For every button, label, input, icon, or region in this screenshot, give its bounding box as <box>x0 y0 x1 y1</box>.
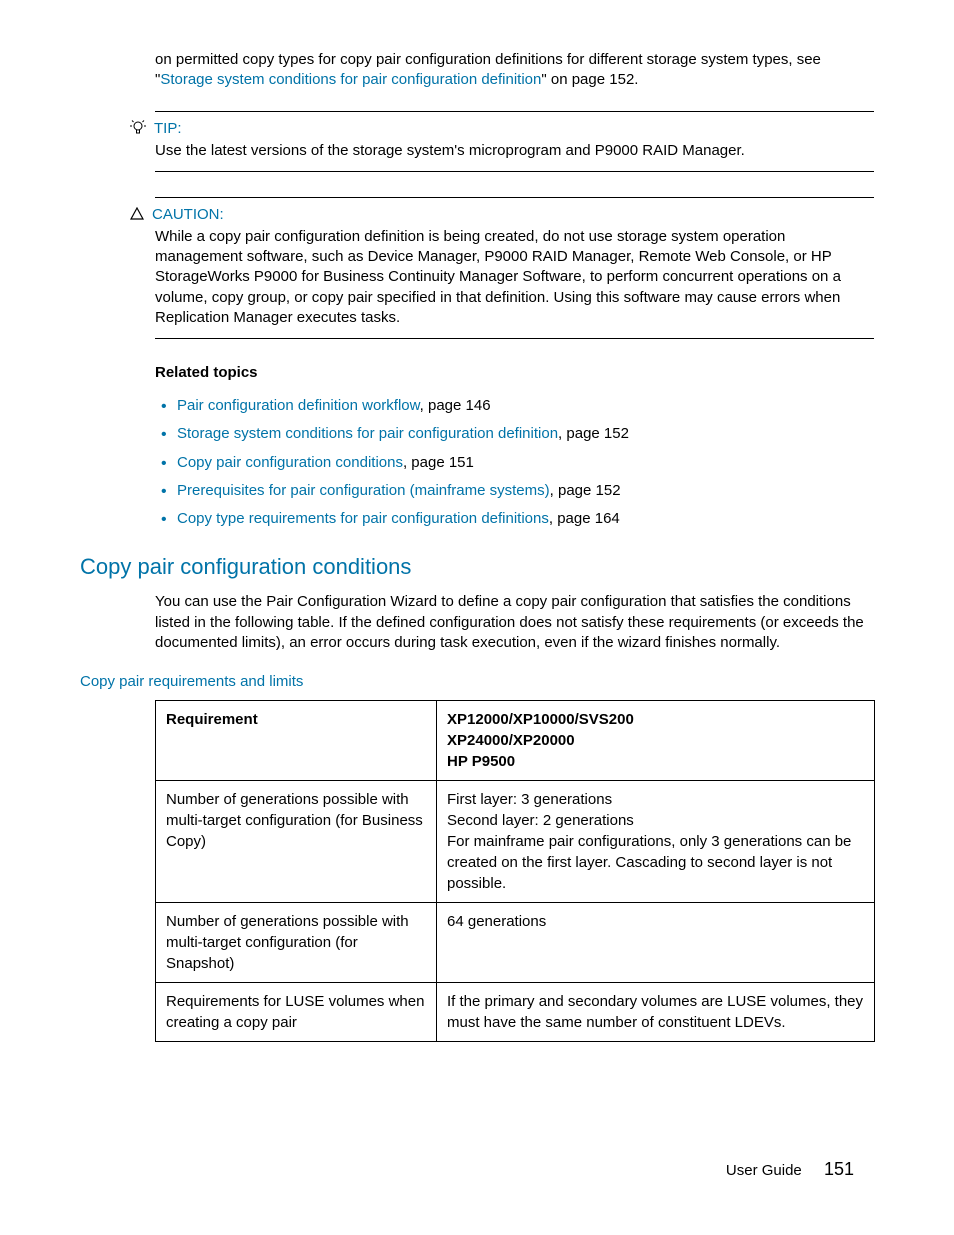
intro-paragraph: on permitted copy types for copy pair co… <box>155 50 874 91</box>
cell-value: First layer: 3 generations Second layer:… <box>437 781 875 903</box>
cell-requirement: Number of generations possible with mult… <box>156 781 437 903</box>
related-suffix: , page 152 <box>558 425 629 442</box>
related-link[interactable]: Storage system conditions for pair confi… <box>177 425 558 442</box>
footer-label: User Guide <box>726 1162 802 1179</box>
list-item: Copy type requirements for pair configur… <box>155 509 874 529</box>
related-suffix: , page 164 <box>549 510 620 527</box>
related-suffix: , page 146 <box>420 397 491 414</box>
caution-icon <box>130 207 144 221</box>
table-row: Requirements for LUSE volumes when creat… <box>156 983 875 1042</box>
list-item: Copy pair configuration conditions, page… <box>155 453 874 473</box>
tip-callout: TIP: Use the latest versions of the stor… <box>155 111 874 172</box>
header-systems: XP12000/XP10000/SVS200 XP24000/XP20000 H… <box>437 701 875 781</box>
related-link[interactable]: Copy type requirements for pair configur… <box>177 510 549 527</box>
caution-callout: CAUTION: While a copy pair configuration… <box>155 197 874 339</box>
header-line: HP P9500 <box>447 753 515 770</box>
cell-value: If the primary and secondary volumes are… <box>437 983 875 1042</box>
section-body: You can use the Pair Configuration Wizar… <box>155 592 874 653</box>
table-header-row: Requirement XP12000/XP10000/SVS200 XP240… <box>156 701 875 781</box>
tip-label: TIP: <box>154 120 182 137</box>
intro-text-after: " on page 152. <box>541 71 638 88</box>
cell-value: 64 generations <box>437 903 875 983</box>
table-caption: Copy pair requirements and limits <box>80 673 874 690</box>
list-item: Storage system conditions for pair confi… <box>155 424 874 444</box>
table-row: Number of generations possible with mult… <box>156 903 875 983</box>
cell-requirement: Number of generations possible with mult… <box>156 903 437 983</box>
list-item: Prerequisites for pair configuration (ma… <box>155 481 874 501</box>
caution-label: CAUTION: <box>152 206 224 223</box>
list-item: Pair configuration definition workflow, … <box>155 396 874 416</box>
intro-link[interactable]: Storage system conditions for pair confi… <box>160 71 541 88</box>
value-line: For mainframe pair configurations, only … <box>447 833 851 892</box>
cell-requirement: Requirements for LUSE volumes when creat… <box>156 983 437 1042</box>
related-link[interactable]: Prerequisites for pair configuration (ma… <box>177 482 550 499</box>
requirements-table: Requirement XP12000/XP10000/SVS200 XP240… <box>155 700 875 1042</box>
related-suffix: , page 152 <box>550 482 621 499</box>
section-heading: Copy pair configuration conditions <box>80 554 874 580</box>
related-topics-heading: Related topics <box>155 364 874 381</box>
value-line: First layer: 3 generations <box>447 791 612 808</box>
page-footer: User Guide 151 <box>726 1159 854 1180</box>
caution-body: While a copy pair configuration definiti… <box>155 227 874 328</box>
value-line: Second layer: 2 generations <box>447 812 634 829</box>
related-link[interactable]: Pair configuration definition workflow <box>177 397 420 414</box>
related-link[interactable]: Copy pair configuration conditions <box>177 454 403 471</box>
page-number: 151 <box>824 1159 854 1179</box>
header-requirement: Requirement <box>156 701 437 781</box>
tip-body: Use the latest versions of the storage s… <box>155 141 874 161</box>
header-line: XP24000/XP20000 <box>447 732 575 749</box>
table-row: Number of generations possible with mult… <box>156 781 875 903</box>
related-topics-list: Pair configuration definition workflow, … <box>155 396 874 529</box>
related-suffix: , page 151 <box>403 454 474 471</box>
lightbulb-icon <box>130 120 146 136</box>
header-line: XP12000/XP10000/SVS200 <box>447 711 634 728</box>
